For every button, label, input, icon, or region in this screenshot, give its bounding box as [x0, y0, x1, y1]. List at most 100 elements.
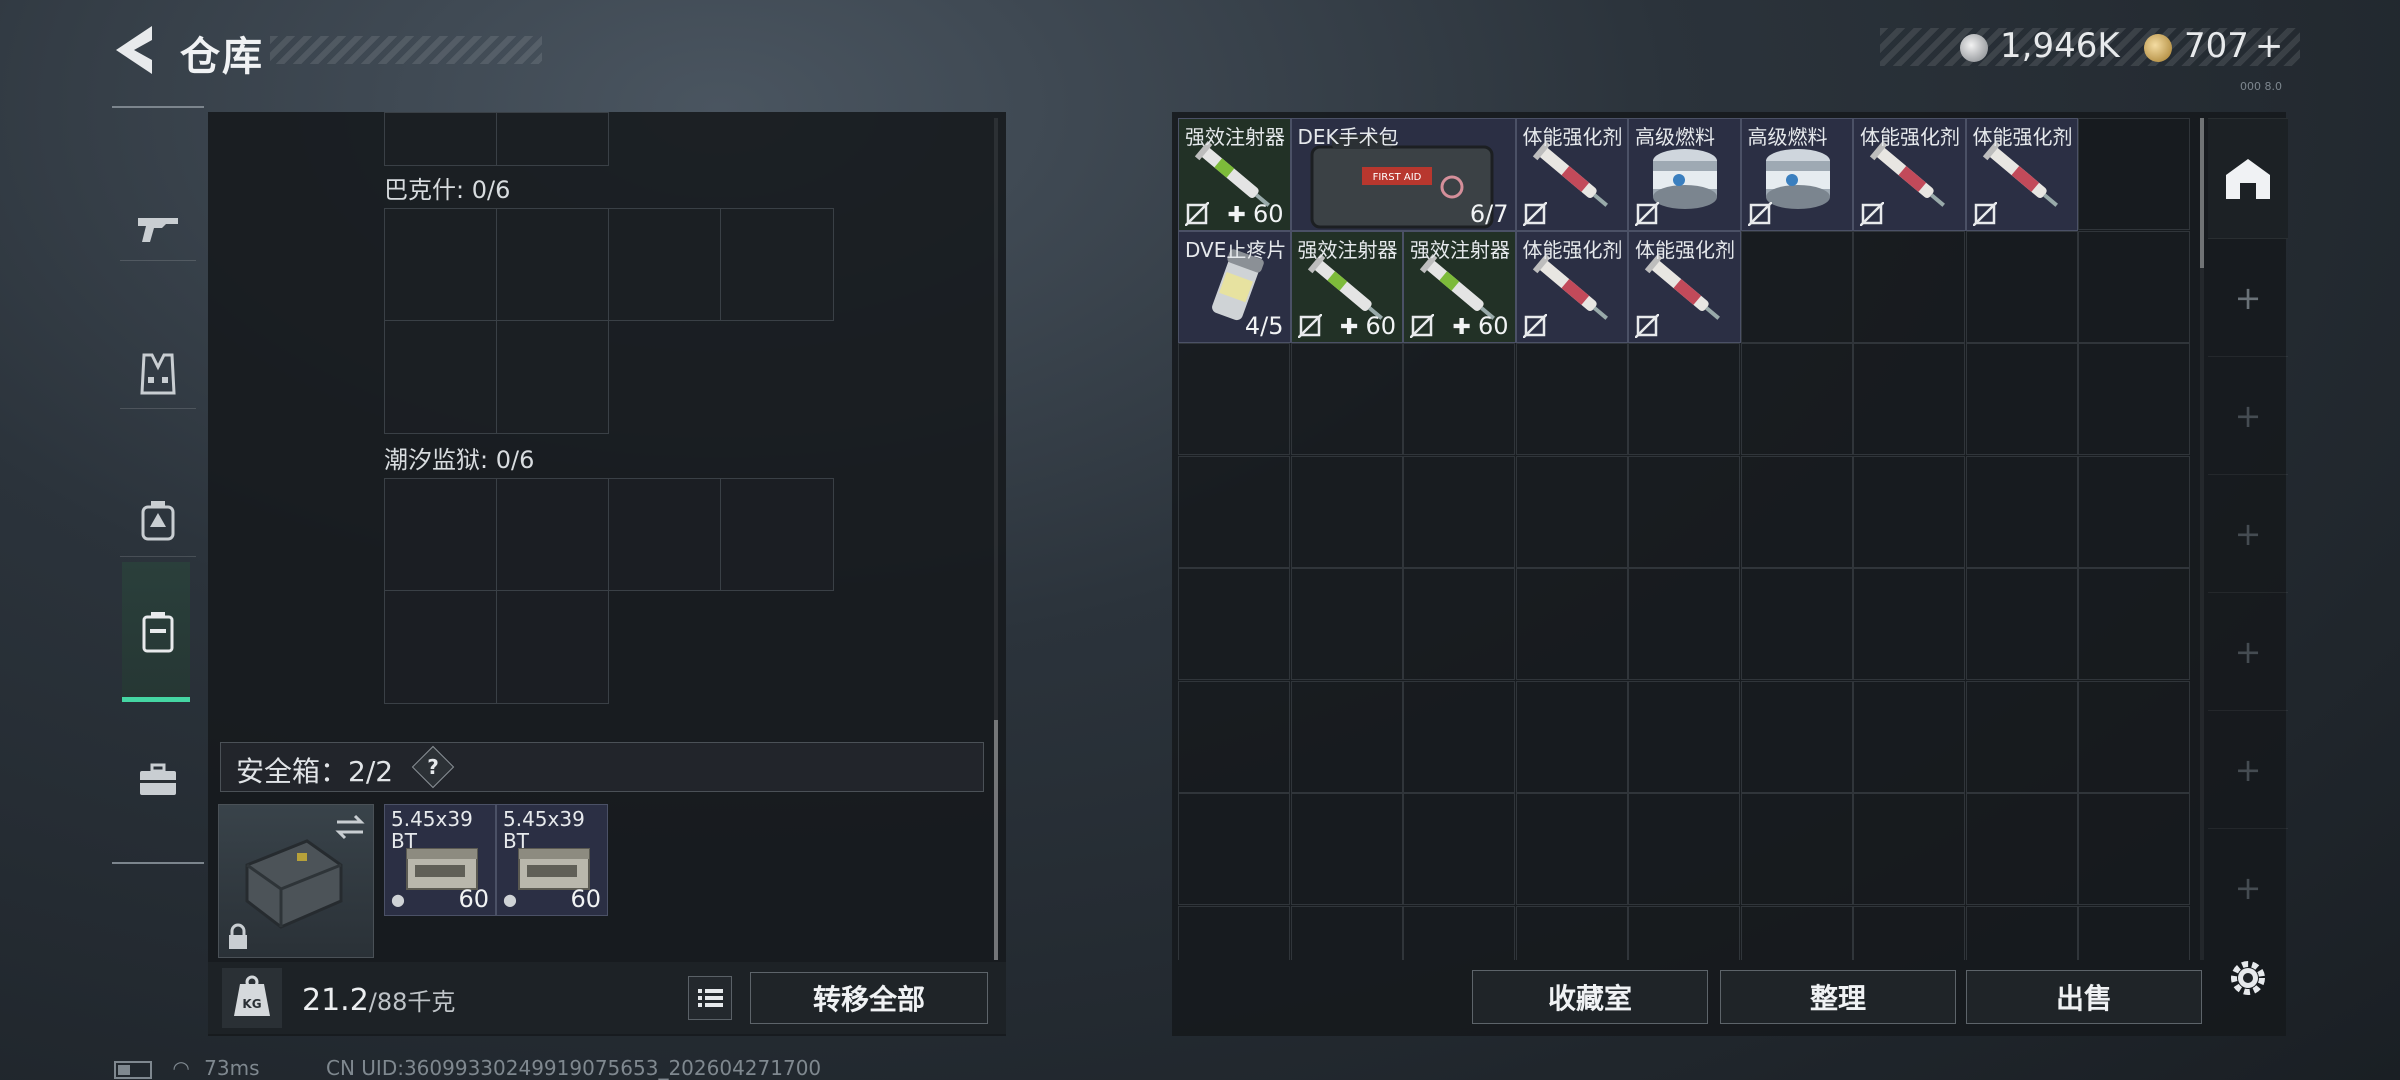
grid-slot[interactable]: [1515, 343, 1628, 455]
grid-slot[interactable]: [1515, 455, 1628, 568]
list-view-button[interactable]: [688, 976, 732, 1020]
grid-slot[interactable]: [1403, 905, 1515, 960]
grid-slot[interactable]: [384, 590, 497, 704]
grid-slot[interactable]: [2078, 343, 2190, 455]
add-warehouse-tab-button[interactable]: +: [2208, 356, 2288, 475]
grid-slot[interactable]: [1853, 455, 1965, 568]
grid-slot[interactable]: [2078, 568, 2190, 680]
transfer-all-button[interactable]: 转移全部: [750, 972, 988, 1024]
grid-slot[interactable]: [1965, 793, 2078, 905]
grid-slot[interactable]: [1965, 230, 2078, 343]
nav-item-vest[interactable]: [112, 304, 204, 444]
ammo-item[interactable]: 5.45x39 BT ● 60: [384, 804, 496, 916]
grid-slot[interactable]: [1515, 568, 1628, 680]
grid-slot[interactable]: [1853, 680, 1965, 793]
grid-slot[interactable]: [1740, 905, 1853, 960]
grid-slot[interactable]: [1178, 793, 1290, 905]
add-warehouse-tab-button[interactable]: +: [2208, 592, 2288, 711]
add-warehouse-tab-button[interactable]: +: [2208, 828, 2288, 947]
grid-slot[interactable]: [1403, 793, 1515, 905]
grid-slot[interactable]: [1178, 568, 1290, 680]
grid-slot[interactable]: [496, 320, 609, 434]
left-scrollbar-thumb[interactable]: [994, 720, 998, 960]
grid-slot[interactable]: [1178, 343, 1290, 455]
grid-slot[interactable]: [1965, 455, 2078, 568]
gold-currency[interactable]: 707 +: [2184, 26, 2283, 66]
grid-slot[interactable]: [1628, 793, 1740, 905]
safe-case-slot[interactable]: [218, 804, 374, 958]
grid-slot[interactable]: [384, 208, 497, 321]
grid-slot[interactable]: [384, 112, 497, 166]
add-warehouse-tab-button[interactable]: +: [2208, 474, 2288, 593]
inventory-item[interactable]: 高级燃料: [1628, 118, 1741, 231]
grid-slot[interactable]: [1515, 905, 1628, 960]
grid-slot[interactable]: [1965, 905, 2078, 960]
inventory-item[interactable]: 强效注射器 ✚ 60: [1290, 230, 1403, 343]
grid-slot[interactable]: [1740, 455, 1853, 568]
grid-slot[interactable]: [720, 478, 834, 591]
grid-slot[interactable]: [2078, 793, 2190, 905]
grid-slot[interactable]: [720, 208, 834, 321]
grid-slot[interactable]: [1403, 680, 1515, 793]
sort-button[interactable]: 整理: [1720, 970, 1956, 1024]
grid-slot[interactable]: [1740, 568, 1853, 680]
inventory-item[interactable]: 强效注射器 ✚ 60: [1403, 230, 1516, 343]
grid-slot[interactable]: [1853, 793, 1965, 905]
grid-slot[interactable]: [2078, 230, 2190, 343]
warehouse-tab-main[interactable]: [2208, 118, 2288, 239]
add-warehouse-tab-button[interactable]: +: [2208, 710, 2288, 829]
grid-slot[interactable]: [496, 208, 609, 321]
grid-slot[interactable]: [1178, 680, 1290, 793]
grid-slot[interactable]: [1628, 680, 1740, 793]
grid-slot[interactable]: [1290, 680, 1403, 793]
grid-slot[interactable]: [1853, 568, 1965, 680]
grid-slot[interactable]: [496, 112, 609, 166]
grid-slot[interactable]: [384, 320, 497, 434]
grid-slot[interactable]: [1965, 568, 2078, 680]
grid-slot[interactable]: [2078, 680, 2190, 793]
grid-slot[interactable]: [496, 590, 609, 704]
inventory-item[interactable]: 体能强化剂: [1853, 118, 1966, 231]
inventory-item[interactable]: 体能强化剂: [1965, 118, 2078, 231]
grid-slot[interactable]: [2078, 905, 2190, 960]
grid-slot[interactable]: [1403, 455, 1515, 568]
grid-slot[interactable]: [1853, 905, 1965, 960]
grid-slot[interactable]: [1403, 568, 1515, 680]
ammo-item[interactable]: 5.45x39 BT ● 60: [496, 804, 608, 916]
inventory-item[interactable]: 体能强化剂: [1515, 118, 1628, 231]
grid-slot[interactable]: [1740, 343, 1853, 455]
grid-slot[interactable]: [1628, 568, 1740, 680]
sell-button[interactable]: 出售: [1966, 970, 2202, 1024]
grid-slot[interactable]: [1965, 343, 2078, 455]
grid-slot[interactable]: [1515, 680, 1628, 793]
nav-item-briefcase[interactable]: [112, 710, 204, 850]
grid-slot[interactable]: [2078, 118, 2190, 230]
inventory-item[interactable]: DVE止疼片 4/5: [1178, 230, 1291, 343]
inventory-item[interactable]: FIRST AID DEK手术包 6/7: [1290, 118, 1516, 231]
back-arrow-icon[interactable]: [108, 20, 160, 80]
grid-slot[interactable]: [1290, 793, 1403, 905]
right-scrollbar-thumb[interactable]: [2200, 118, 2204, 268]
inventory-item[interactable]: 高级燃料: [1740, 118, 1853, 231]
grid-slot[interactable]: [1853, 230, 1965, 343]
grid-slot[interactable]: [608, 478, 721, 591]
add-warehouse-tab-button[interactable]: +: [2208, 238, 2288, 357]
gold-add-icon[interactable]: +: [2255, 26, 2284, 66]
inventory-item[interactable]: 体能强化剂: [1515, 230, 1628, 343]
swap-icon[interactable]: [335, 813, 365, 841]
grid-slot[interactable]: [384, 478, 497, 591]
grid-slot[interactable]: [1628, 343, 1740, 455]
grid-slot[interactable]: [608, 208, 721, 321]
grid-slot[interactable]: [1853, 343, 1965, 455]
grid-slot[interactable]: [1515, 793, 1628, 905]
grid-slot[interactable]: [1178, 905, 1290, 960]
grid-slot[interactable]: [1290, 568, 1403, 680]
grid-slot[interactable]: [496, 478, 609, 591]
grid-slot[interactable]: [1628, 455, 1740, 568]
grid-slot[interactable]: [1628, 905, 1740, 960]
collection-room-button[interactable]: 收藏室: [1472, 970, 1708, 1024]
nav-item-weapon[interactable]: [112, 158, 204, 298]
grid-slot[interactable]: [2078, 455, 2190, 568]
grid-slot[interactable]: [1290, 343, 1403, 455]
grid-slot[interactable]: [1403, 343, 1515, 455]
